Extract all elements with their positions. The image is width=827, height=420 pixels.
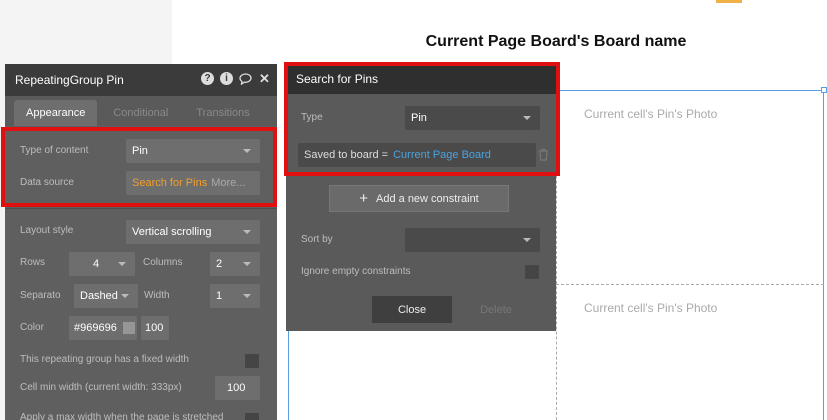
cell-min-width-value: 100 — [227, 382, 246, 394]
cell-min-width-label: Cell min width (current width: 333px) — [20, 382, 182, 393]
fixed-width-label: This repeating group has a fixed width — [20, 354, 189, 365]
color-field[interactable]: #969696 — [69, 316, 137, 340]
chevron-down-icon — [118, 262, 126, 266]
color-label: Color — [20, 322, 44, 333]
width-value: 1 — [216, 290, 223, 302]
color-hex-value: #969696 — [74, 322, 117, 334]
cell-photo-placeholder[interactable]: Current cell's Pin's Photo — [584, 301, 717, 315]
property-editor-panel: RepeatingGroup Pin ? i ✕ Appearance Cond… — [5, 64, 277, 420]
layout-style-label: Layout style — [20, 225, 74, 236]
rows-dropdown[interactable]: 4 — [69, 252, 135, 276]
rows-label: Rows — [20, 257, 46, 268]
add-constraint-button[interactable]: + Add a new constraint — [329, 185, 509, 212]
comment-icon[interactable] — [239, 72, 252, 85]
sort-by-dropdown[interactable] — [405, 228, 540, 252]
max-width-checkbox[interactable] — [245, 413, 259, 420]
property-tabs: Appearance Conditional Transitions — [5, 96, 277, 126]
property-editor-header[interactable]: RepeatingGroup Pin ? i ✕ — [5, 64, 277, 96]
separator-label: Separato — [20, 290, 61, 301]
cell-min-width-input[interactable]: 100 — [215, 376, 260, 400]
chevron-down-icon — [243, 294, 251, 298]
ignore-empty-label: Ignore empty constraints — [301, 266, 411, 277]
chevron-down-icon — [121, 294, 129, 298]
chevron-down-icon — [523, 238, 531, 242]
opacity-field[interactable]: 100 — [141, 316, 169, 340]
tab-transitions[interactable]: Transitions — [184, 100, 261, 126]
close-button[interactable]: Close — [372, 296, 452, 323]
columns-value: 2 — [216, 258, 223, 270]
delete-button[interactable]: Delete — [466, 296, 526, 323]
columns-label: Columns — [143, 257, 183, 268]
page-title-text[interactable]: Current Page Board's Board name — [300, 33, 812, 51]
add-constraint-label: Add a new constraint — [376, 192, 479, 205]
cell-row-divider — [556, 284, 824, 285]
info-icon[interactable]: i — [220, 72, 233, 85]
highlight-box — [284, 62, 560, 176]
section-divider — [5, 208, 277, 209]
tab-conditional[interactable]: Conditional — [101, 100, 180, 126]
help-icon[interactable]: ? — [201, 72, 214, 85]
ignore-empty-checkbox[interactable] — [525, 265, 539, 279]
resize-handle[interactable] — [821, 87, 827, 93]
color-swatch[interactable] — [122, 322, 135, 334]
chevron-down-icon — [243, 230, 251, 234]
chevron-down-icon — [243, 262, 251, 266]
fixed-width-checkbox[interactable] — [245, 354, 259, 368]
width-label: Width — [144, 290, 170, 301]
canvas-accent — [716, 0, 742, 3]
columns-dropdown[interactable]: 2 — [210, 252, 260, 276]
sort-by-label: Sort by — [301, 234, 333, 245]
highlight-box — [1, 127, 277, 207]
separator-dropdown[interactable]: Dashed — [74, 284, 138, 308]
close-icon[interactable]: ✕ — [258, 71, 271, 86]
tab-appearance[interactable]: Appearance — [14, 100, 98, 126]
property-editor-title: RepeatingGroup Pin — [15, 73, 124, 87]
width-dropdown[interactable]: 1 — [210, 284, 260, 308]
rows-value: 4 — [93, 258, 100, 270]
layout-style-dropdown[interactable]: Vertical scrolling — [126, 220, 260, 244]
cell-photo-placeholder[interactable]: Current cell's Pin's Photo — [584, 107, 717, 121]
layout-style-value: Vertical scrolling — [132, 226, 212, 238]
max-width-label: Apply a max width when the page is stret… — [20, 412, 224, 420]
plus-icon: + — [359, 190, 369, 207]
opacity-value: 100 — [145, 322, 164, 334]
separator-value: Dashed — [80, 290, 118, 302]
